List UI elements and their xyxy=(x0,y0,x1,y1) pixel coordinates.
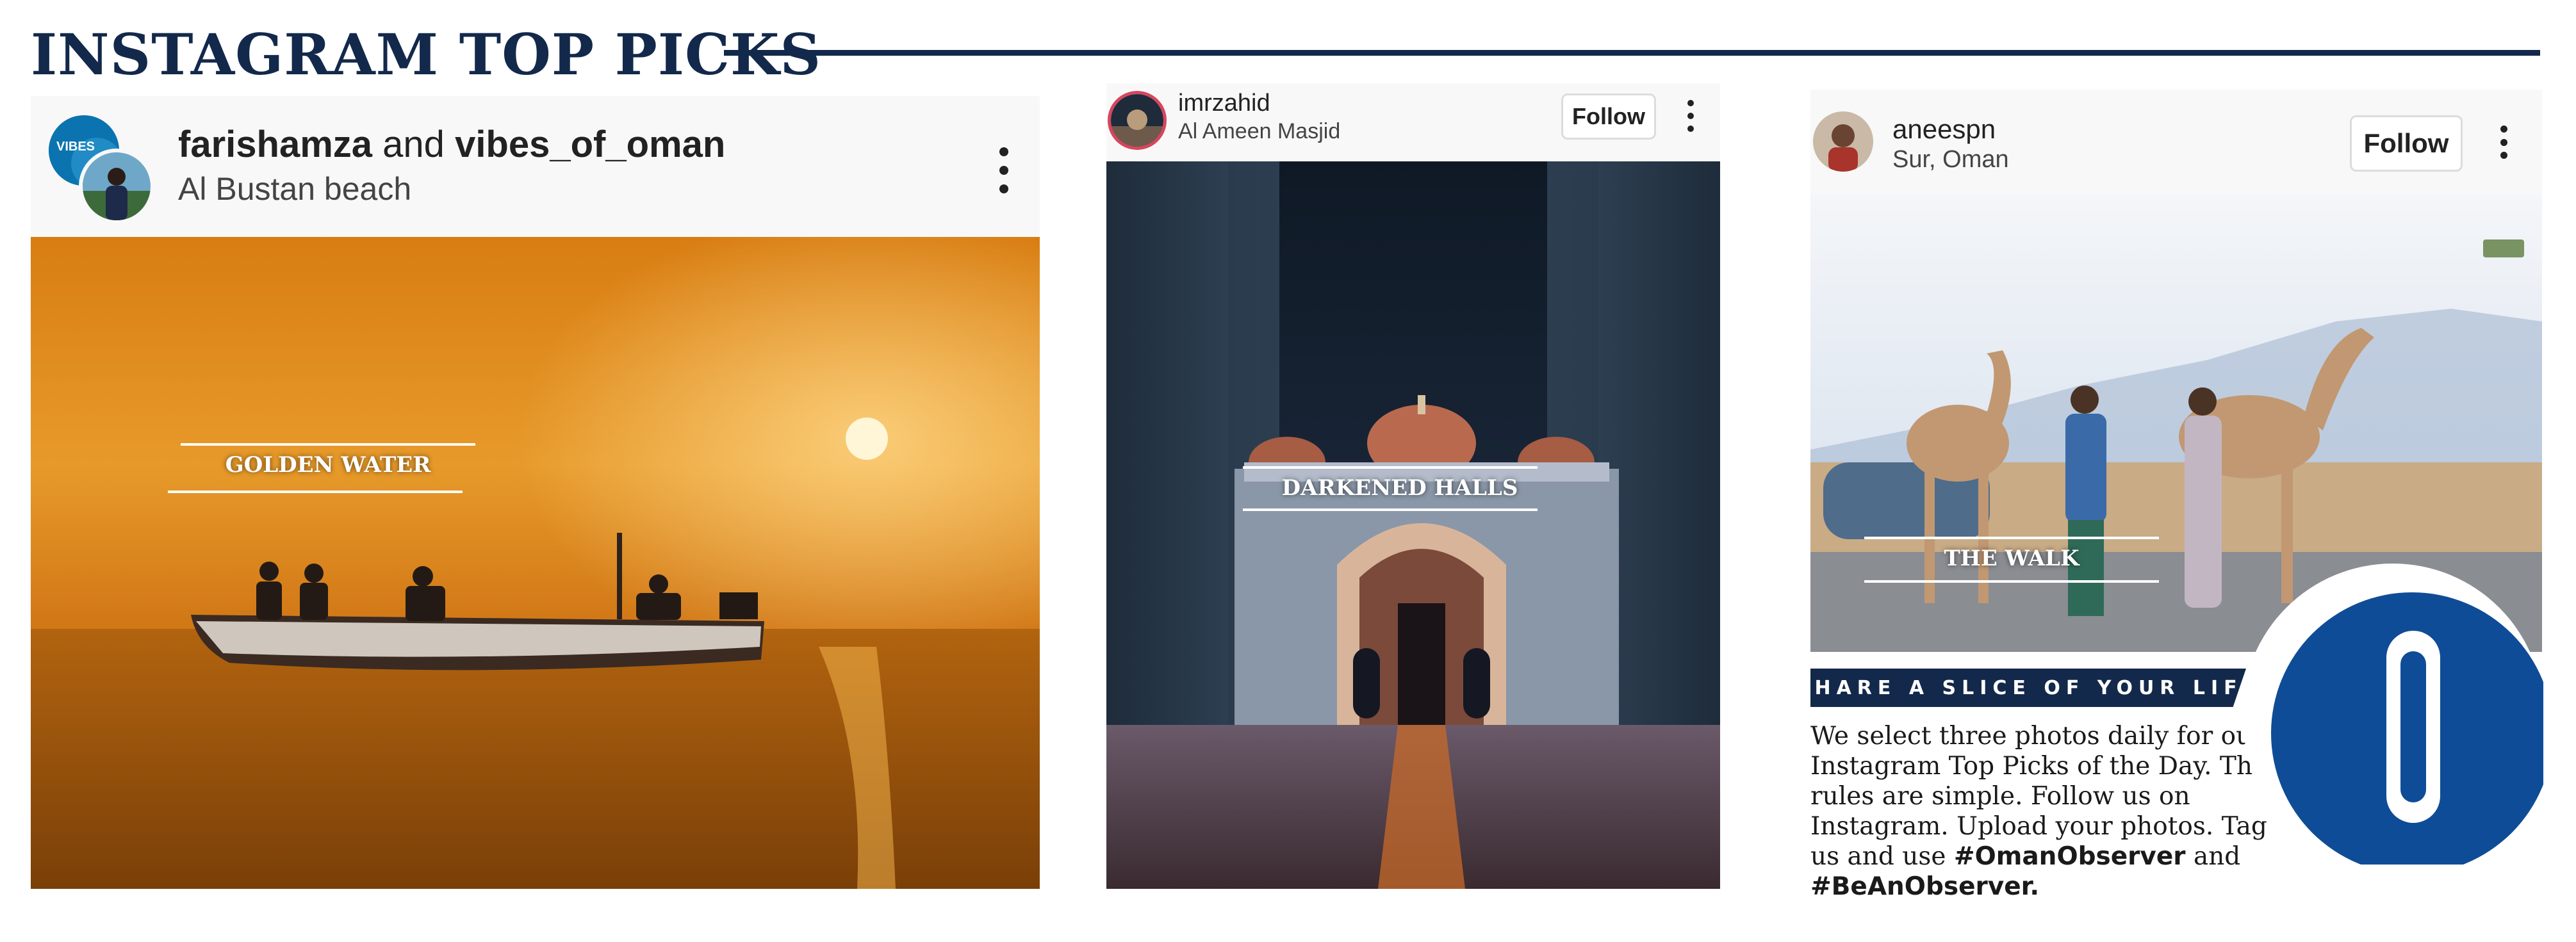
post-3-caption-rule-bottom xyxy=(1864,580,2159,583)
share-joiner: and xyxy=(2193,842,2241,871)
share-body: We select three photos daily for our Ins… xyxy=(1810,721,2297,902)
post-1-user-secondary[interactable]: vibes_of_oman xyxy=(455,124,725,165)
hashtag-be-an-observer[interactable]: #BeAnObserver. xyxy=(1810,872,2039,901)
post-3-location[interactable]: Sur, Oman xyxy=(1892,146,2009,174)
post-2-caption-rule-top xyxy=(1243,466,1538,469)
post-2-username[interactable]: imrzahid xyxy=(1178,90,1270,117)
post-2-caption: DARKENED HALLS xyxy=(1281,475,1518,501)
post-1-header: VIBES farishamza and vibes_of_oman Al Bu… xyxy=(31,96,1040,237)
post-3-more-icon[interactable] xyxy=(2500,126,2507,159)
observer-logo xyxy=(2242,564,2553,874)
post-2-more-icon[interactable] xyxy=(1687,100,1694,132)
page-title: INSTAGRAM TOP PICKS xyxy=(31,21,822,88)
post-1-more-icon[interactable] xyxy=(999,147,1009,193)
post-1-caption-rule-top xyxy=(181,443,475,446)
share-banner: SHARE A SLICE OF YOUR LIFE xyxy=(1810,669,2246,707)
post-1-user-primary[interactable]: farishamza xyxy=(178,124,372,165)
post-3-caption: THE WALK xyxy=(1944,546,2080,571)
post-2-location[interactable]: Al Ameen Masjid xyxy=(1178,119,1340,144)
post-3-follow-button[interactable]: Follow xyxy=(2350,115,2463,172)
title-rule xyxy=(724,50,2540,56)
post-3-header: aneespn Sur, Oman Follow xyxy=(1810,90,2542,193)
post-3-avatar[interactable] xyxy=(1813,111,1873,172)
post-2-photo xyxy=(1106,161,1720,889)
post-1-location[interactable]: Al Bustan beach xyxy=(178,170,411,207)
post-2-header: imrzahid Al Ameen Masjid Follow xyxy=(1106,83,1720,161)
post-1-caption-rule-bottom xyxy=(168,491,463,493)
post-2-caption-rule-bottom xyxy=(1243,508,1538,511)
post-3-username[interactable]: aneespn xyxy=(1892,114,1996,145)
post-1-avatar-user[interactable] xyxy=(79,149,154,224)
avatar-badge-text: VIBES xyxy=(56,140,95,154)
hashtag-oman-observer[interactable]: #OmanObserver xyxy=(1954,842,2186,871)
share-banner-text: SHARE A SLICE OF YOUR LIFE xyxy=(1794,676,2262,699)
post-2-follow-button[interactable]: Follow xyxy=(1561,93,1656,140)
post-3-caption-rule-top xyxy=(1864,537,2159,539)
post-1-user-joiner: and xyxy=(382,124,445,165)
post-1-photo xyxy=(31,237,1040,889)
post-2-avatar[interactable] xyxy=(1108,91,1167,150)
post-1-caption: GOLDEN WATER xyxy=(225,452,431,478)
post-1-username[interactable]: farishamza and vibes_of_oman xyxy=(178,123,725,166)
